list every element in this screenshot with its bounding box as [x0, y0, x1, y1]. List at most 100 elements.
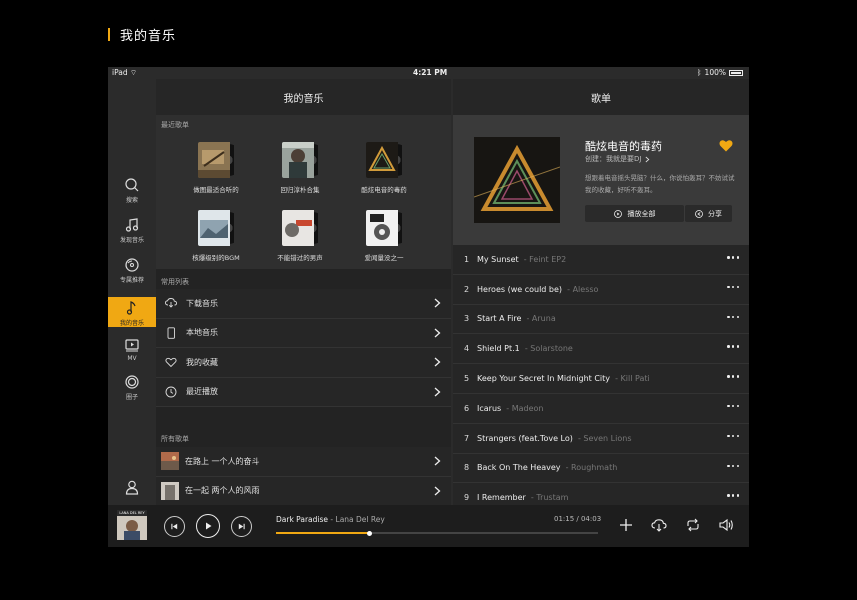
nav-search[interactable]: 搜索 — [108, 177, 156, 207]
progress-bar[interactable] — [276, 530, 598, 536]
nav-my-music[interactable]: 我的音乐 — [108, 297, 156, 327]
nav-circle[interactable]: 圈子 — [108, 374, 156, 404]
playlist-cover-large — [474, 137, 560, 223]
previous-button[interactable] — [164, 516, 185, 537]
song-number: 8 — [464, 463, 470, 473]
play-all-button[interactable]: 播放全部 — [585, 205, 684, 222]
accent-bar — [108, 27, 110, 41]
common-item-local[interactable]: 本地音乐 — [156, 318, 451, 348]
playlist-header: 酷炫电音的毒药 创建：我就是要DJ 想跟着电音摇头晃脑？什么，你说怕轰耳？不妨试… — [453, 115, 749, 245]
song-title: Heroes (we could be) — [477, 284, 563, 294]
battery-icon — [729, 69, 743, 76]
song-number: 9 — [464, 493, 470, 503]
common-section-header: 常用列表 — [156, 269, 451, 289]
chevron-right-icon — [434, 328, 441, 337]
sidebar: 搜索 发现音乐 专属推荐 我的音乐 MV 圈子 — [108, 79, 156, 505]
recent-playlist-card[interactable]: 酷炫电音的毒药 — [344, 142, 424, 194]
song-row[interactable]: 6 Icarus - Madeon — [453, 393, 749, 424]
wifi-icon: ⌔ — [130, 68, 138, 77]
panel-title: 歌单 — [453, 79, 749, 115]
player-bar: LANA DEL REY Dark Paradise - Lana Del Re… — [108, 505, 749, 547]
more-icon[interactable] — [727, 375, 739, 379]
progress-knob[interactable] — [366, 530, 372, 536]
more-icon[interactable] — [727, 345, 739, 349]
chevron-right-icon — [646, 156, 650, 162]
song-row[interactable]: 7 Strangers (feat.Tove Lo) - Seven Lions — [453, 423, 749, 454]
common-item-recent[interactable]: 最近播放 — [156, 377, 451, 407]
share-button[interactable]: 分享 — [685, 205, 732, 222]
song-artist: - Madeon — [506, 403, 544, 413]
video-icon — [125, 339, 139, 352]
song-row[interactable]: 3 Start A Fire - Aruna — [453, 304, 749, 335]
common-list: 下载音乐 本地音乐 我的收藏 最近播放 — [156, 289, 451, 407]
song-row[interactable]: 4 Shield Pt.1 - Solarstone — [453, 334, 749, 365]
song-row[interactable]: 2 Heroes (we could be) - Alesso — [453, 274, 749, 305]
recent-playlist-card[interactable]: 回归淳朴合集 — [260, 142, 340, 194]
nav-mv[interactable]: MV — [108, 337, 156, 367]
recent-playlist-card[interactable]: 做图最适合听的 — [176, 142, 256, 194]
music-note-icon — [125, 218, 139, 232]
more-icon[interactable] — [727, 434, 739, 439]
cloud-download-icon[interactable] — [651, 517, 667, 533]
playlist-name: 核爆级别的BGM — [192, 254, 240, 262]
nav-recommend[interactable]: 专属推荐 — [108, 257, 156, 287]
song-row[interactable]: 8 Back On The Heavey - Roughmath — [453, 453, 749, 484]
repeat-icon[interactable] — [685, 517, 701, 533]
more-icon[interactable] — [727, 494, 739, 498]
playlist-cover — [198, 210, 234, 246]
more-icon[interactable] — [727, 285, 739, 290]
next-button[interactable] — [231, 516, 252, 537]
song-number: 6 — [464, 403, 470, 413]
playlist-name: 爱闻量没之一 — [364, 254, 404, 262]
more-icon[interactable] — [727, 464, 739, 469]
my-music-panel: 我的音乐 最近歌单 做图最适合听的 回归淳朴合集 酷炫电音的毒药 核爆级别的BG… — [156, 79, 451, 506]
playback-time: 01:15 / 04:03 — [554, 515, 602, 523]
add-icon[interactable] — [618, 517, 634, 533]
more-icon[interactable] — [727, 256, 739, 260]
common-item-favorites[interactable]: 我的收藏 — [156, 348, 451, 378]
song-row[interactable]: 1 My Sunset - Feint EP2 — [453, 245, 749, 275]
nav-label: MV — [127, 355, 137, 362]
playlist-creator[interactable]: 创建：我就是要DJ — [585, 154, 650, 164]
cover-text: LANA DEL REY — [119, 511, 145, 515]
volume-icon[interactable] — [718, 517, 734, 533]
playlist-description: 想跟着电音摇头晃脑？什么，你说怕轰耳？不妨试试我的收藏，好听不轰耳。 — [585, 174, 735, 194]
playlist-row[interactable]: 在一起 两个人的风雨 — [156, 476, 451, 506]
recent-playlist-card[interactable]: 不能错过的男声 — [260, 210, 340, 262]
nav-label: 专属推荐 — [119, 277, 144, 284]
playlist-cover — [366, 210, 402, 246]
section-label: 常用列表 — [161, 278, 189, 286]
row-label: 在一起 两个人的风雨 — [185, 486, 260, 496]
playlist-row[interactable]: 在路上 一个人的奋斗 — [156, 447, 451, 477]
song-artist: - Kill Pati — [615, 374, 650, 384]
song-artist: - Alesso — [567, 284, 599, 294]
play-button[interactable] — [196, 514, 220, 538]
cloud-download-icon — [165, 297, 177, 309]
song-row[interactable]: 5 Keep Your Secret In Midnight City - Kil… — [453, 364, 749, 394]
chevron-right-icon — [434, 486, 441, 495]
song-number: 2 — [464, 284, 470, 294]
common-item-download[interactable]: 下载音乐 — [156, 289, 451, 319]
bluetooth-icon: ᛒ — [697, 68, 702, 77]
music-note-icon — [126, 301, 136, 315]
song-title: Keep Your Secret In Midnight City — [477, 374, 611, 384]
more-icon[interactable] — [727, 315, 739, 320]
heart-icon[interactable] — [719, 139, 733, 152]
nav-label: 搜索 — [125, 197, 138, 204]
more-icon[interactable] — [727, 404, 739, 409]
song-artist: - Trustam — [530, 493, 569, 503]
song-artist: - Roughmath — [565, 463, 618, 473]
song-title: Strangers (feat.Tove Lo) — [477, 433, 573, 443]
section-label: 所有歌单 — [161, 435, 189, 443]
all-section-header: 所有歌单 — [156, 417, 451, 447]
playlist-cover — [282, 142, 318, 178]
row-label: 在路上 一个人的奋斗 — [185, 456, 260, 466]
disc-icon — [125, 258, 139, 272]
status-time: 4:21 PM — [413, 68, 448, 77]
recent-playlist-card[interactable]: 爱闻量没之一 — [344, 210, 424, 262]
status-right: ᛒ 100% — [697, 68, 743, 77]
chevron-right-icon — [434, 456, 441, 466]
now-playing-sep: - — [330, 515, 334, 524]
nav-discover[interactable]: 发现音乐 — [108, 217, 156, 247]
recent-playlist-card[interactable]: 核爆级别的BGM — [176, 210, 256, 262]
